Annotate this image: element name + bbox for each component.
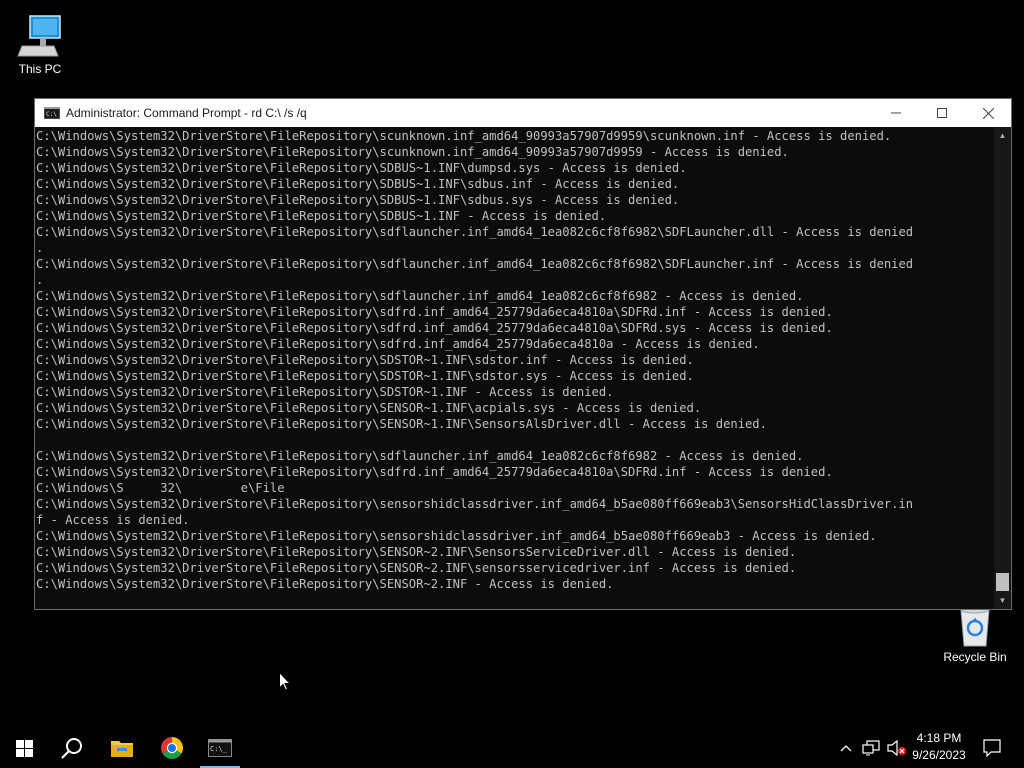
console-line: f - Access is denied. (36, 513, 190, 527)
console-line: C:\Windows\System32\DriverStore\FileRepo… (36, 161, 687, 175)
clock-date: 9/26/2023 (912, 748, 966, 762)
network-icon (862, 740, 880, 756)
console-line: C:\Windows\System32\DriverStore\FileRepo… (36, 257, 914, 271)
chrome-icon (161, 737, 183, 759)
window-titlebar[interactable]: C:\ Administrator: Command Prompt - rd C… (35, 99, 1011, 127)
notification-icon (983, 739, 1001, 757)
console-line: C:\Windows\System32\DriverStore\FileRepo… (36, 401, 702, 415)
recycle-bin-shortcut[interactable]: Recycle Bin (935, 604, 1015, 664)
console-line: C:\Windows\System32\DriverStore\FileRepo… (36, 385, 614, 399)
scroll-up-arrow-icon[interactable]: ▲ (994, 127, 1011, 144)
console-line: C:\Windows\System32\DriverStore\FileRepo… (36, 321, 833, 335)
chrome-taskbar-button[interactable] (148, 728, 196, 768)
console-line: . (36, 273, 44, 287)
console-line: C:\Windows\System32\DriverStore\FileRepo… (36, 177, 680, 191)
computer-icon (17, 15, 61, 57)
mouse-pointer-icon (279, 672, 291, 691)
close-icon (982, 107, 994, 119)
console-line: C:\Windows\System32\DriverStore\FileRepo… (36, 129, 892, 143)
command-prompt-icon: C:\ (44, 107, 60, 119)
console-line: C:\Windows\System32\DriverStore\FileRepo… (36, 369, 694, 383)
this-pc-shortcut[interactable]: This PC (0, 8, 80, 76)
console-line: C:\Windows\System32\DriverStore\FileRepo… (36, 193, 680, 207)
console-line: C:\Windows\System32\DriverStore\FileRepo… (36, 449, 804, 463)
scrollbar-thumb[interactable] (996, 573, 1009, 591)
file-explorer-icon (111, 741, 133, 757)
search-icon (61, 738, 82, 759)
network-tray-button[interactable] (860, 728, 882, 768)
console-line: C:\Windows\System32\DriverStore\FileRepo… (36, 497, 914, 511)
action-center-button[interactable] (980, 728, 1004, 768)
search-button[interactable] (48, 728, 96, 768)
volume-muted-icon (887, 740, 907, 756)
console-line: C:\Windows\System32\DriverStore\FileRepo… (36, 577, 614, 591)
this-pc-label: This PC (18, 62, 62, 76)
vertical-scrollbar[interactable]: ▲ ▼ (994, 127, 1011, 609)
console-output[interactable]: C:\Windows\System32\DriverStore\FileRepo… (35, 127, 994, 609)
console-line: C:\Windows\System32\DriverStore\FileRepo… (36, 545, 797, 559)
system-clock[interactable]: 4:18 PM 9/26/2023 (906, 730, 972, 764)
console-line: C:\Windows\System32\DriverStore\FileRepo… (36, 145, 789, 159)
console-line: C:\Windows\System32\DriverStore\FileRepo… (36, 561, 797, 575)
console-line: C:\Windows\System32\DriverStore\FileRepo… (36, 225, 914, 239)
maximize-icon (937, 108, 947, 118)
chevron-up-icon (840, 745, 852, 752)
minimize-icon (891, 112, 901, 114)
window-title: Administrator: Command Prompt - rd C:\ /… (66, 106, 307, 120)
recycle-bin-icon (960, 606, 990, 647)
svg-text:C:\_: C:\_ (210, 745, 228, 753)
console-line: C:\Windows\System32\DriverStore\FileRepo… (36, 353, 694, 367)
file-explorer-taskbar-button[interactable] (98, 728, 146, 768)
clock-time: 4:18 PM (916, 731, 962, 745)
console-line: C:\Windows\S 32\ e\File (36, 481, 285, 495)
scroll-down-arrow-icon[interactable]: ▼ (994, 592, 1011, 609)
console-line: C:\Windows\System32\DriverStore\FileRepo… (36, 289, 804, 303)
console-line: C:\Windows\System32\DriverStore\FileRepo… (36, 465, 833, 479)
command-prompt-icon: C:\_ (208, 739, 232, 757)
command-prompt-window[interactable]: C:\ Administrator: Command Prompt - rd C… (34, 98, 1012, 610)
console-line: C:\Windows\System32\DriverStore\FileRepo… (36, 417, 767, 431)
close-button[interactable] (965, 99, 1011, 127)
console-line: C:\Windows\System32\DriverStore\FileRepo… (36, 337, 760, 351)
command-prompt-taskbar-button[interactable]: C:\_ (196, 728, 244, 768)
console-line: C:\Windows\System32\DriverStore\FileRepo… (36, 529, 877, 543)
show-hidden-icons-button[interactable] (838, 728, 854, 768)
console-line: C:\Windows\System32\DriverStore\FileRepo… (36, 305, 833, 319)
svg-text:C:\: C:\ (46, 111, 57, 118)
maximize-button[interactable] (919, 99, 965, 127)
windows-start-icon (15, 739, 33, 757)
console-line: C:\Windows\System32\DriverStore\FileRepo… (36, 209, 607, 223)
volume-tray-button[interactable] (886, 728, 908, 768)
recycle-bin-label: Recycle Bin (943, 650, 1007, 664)
start-button[interactable] (0, 728, 48, 768)
console-line: . (36, 241, 44, 255)
minimize-button[interactable] (873, 99, 919, 127)
